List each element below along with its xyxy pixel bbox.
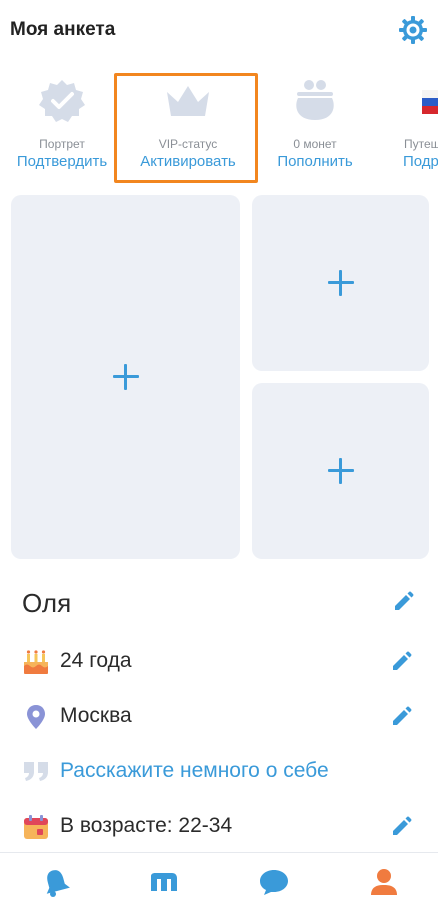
page-title: Моя анкета <box>10 19 116 40</box>
travel-link[interactable]: Подр <box>403 153 438 170</box>
plus-icon <box>112 364 139 390</box>
city-text: Москва <box>60 704 132 727</box>
russia-flag-icon <box>422 90 438 114</box>
top-up-link[interactable]: Пополнить <box>245 153 385 170</box>
m-logo-icon[interactable] <box>148 867 180 897</box>
profile-name: Оля <box>22 588 72 618</box>
location-pin-icon <box>27 705 45 729</box>
row-about[interactable]: Расскажите немного о себе <box>22 755 422 789</box>
row-age[interactable]: 24 года <box>22 645 422 679</box>
plus-icon <box>327 458 354 484</box>
photo-slot-main[interactable] <box>11 195 240 559</box>
stat-caption: Портрет <box>39 137 85 151</box>
bottom-navigation <box>0 852 438 919</box>
verified-badge-icon <box>39 80 85 122</box>
about-link[interactable]: Расскажите немного о себе <box>60 759 329 783</box>
row-city[interactable]: Москва <box>22 700 422 734</box>
stat-caption: 0 монет <box>293 137 337 151</box>
edit-pencil-icon[interactable] <box>392 591 414 613</box>
photo-slot-2[interactable] <box>252 195 429 371</box>
gear-icon[interactable] <box>398 15 428 45</box>
stat-caption: Путеш <box>404 137 438 151</box>
quote-icon <box>24 762 48 781</box>
birthday-cake-icon <box>24 650 48 674</box>
confirm-link[interactable]: Подтвердить <box>0 153 132 170</box>
coin-purse-icon <box>296 80 334 120</box>
edit-pencil-icon[interactable] <box>390 816 412 838</box>
age-text: 24 года <box>60 649 132 672</box>
plus-icon <box>327 270 354 296</box>
edit-pencil-icon[interactable] <box>390 706 412 728</box>
user-icon[interactable] <box>368 867 400 897</box>
calendar-icon <box>24 815 48 839</box>
chat-bubble-icon[interactable] <box>258 867 290 897</box>
stat-coins[interactable]: 0 монет Пополнить <box>245 70 385 190</box>
photo-slot-3[interactable] <box>252 383 429 559</box>
row-looking-for[interactable]: В возрасте: 22-34 <box>22 810 422 844</box>
stat-travel[interactable]: Путеш Подр <box>400 70 438 190</box>
bell-icon[interactable] <box>40 867 72 897</box>
header: Моя анкета <box>0 0 438 62</box>
stat-portrait[interactable]: Портрет Подтвердить <box>0 70 132 190</box>
age-range-text: В возрасте: 22-34 <box>60 814 233 837</box>
vip-highlight-frame <box>114 73 258 183</box>
edit-pencil-icon[interactable] <box>390 651 412 673</box>
